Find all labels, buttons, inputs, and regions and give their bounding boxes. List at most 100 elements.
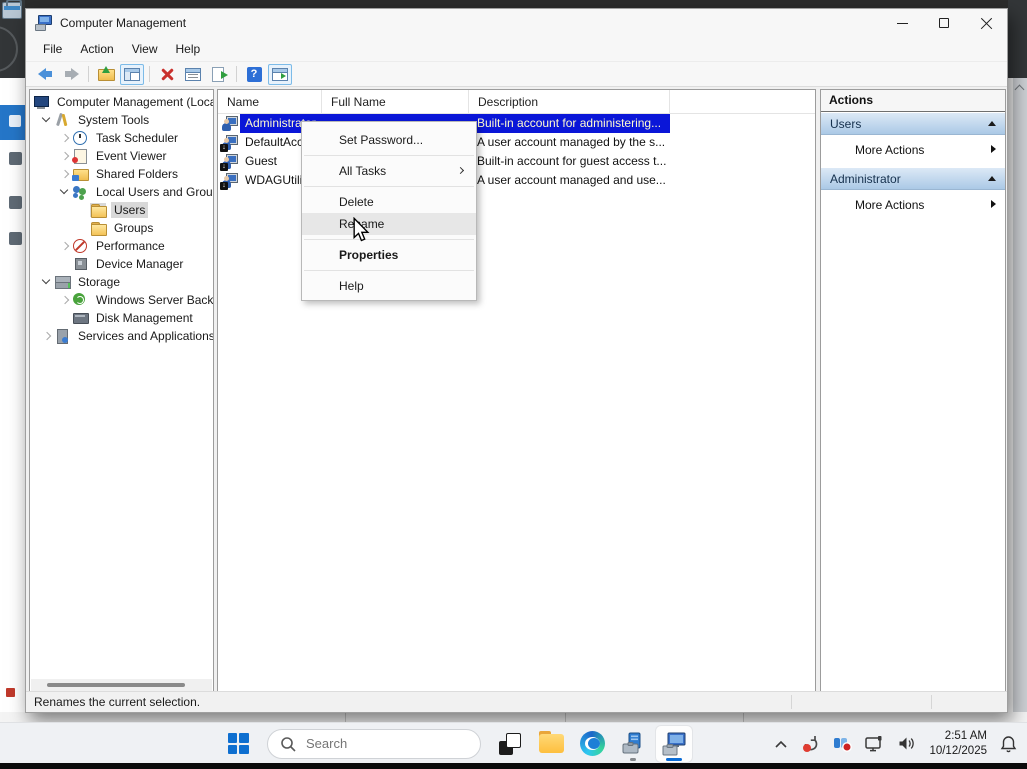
tree-item-system-tools[interactable]: System Tools	[30, 111, 213, 129]
menu-help[interactable]: Help	[167, 39, 210, 59]
display-tray-icon[interactable]	[865, 736, 885, 752]
users-folder-icon	[90, 203, 106, 217]
file-explorer-button[interactable]	[533, 726, 569, 762]
event-viewer-icon	[72, 149, 88, 163]
chevron-right-icon[interactable]	[58, 149, 72, 163]
tree-item-shared-folders[interactable]: Shared Folders	[30, 165, 213, 183]
computer-management-app-icon	[35, 15, 53, 31]
title-bar[interactable]: Computer Management	[26, 9, 1007, 37]
more-actions-label: More Actions	[855, 143, 924, 157]
tree-item-local-users-and-groups[interactable]: Local Users and Groups	[30, 183, 213, 201]
chevron-down-icon[interactable]	[58, 185, 72, 199]
taskbar: 2:51 AM 10/12/2025	[0, 722, 1027, 763]
chevron-right-icon[interactable]	[40, 329, 54, 343]
tree-item-disk-management[interactable]: Disk Management	[30, 309, 213, 327]
background-nav-selected-fragment	[0, 105, 25, 140]
tree-item-performance[interactable]: Performance	[30, 237, 213, 255]
column-header-description[interactable]: Description	[469, 90, 670, 113]
server-manager-button[interactable]	[615, 726, 651, 762]
column-header-name[interactable]: Name	[218, 90, 322, 113]
up-one-level-button[interactable]	[94, 64, 118, 85]
collapse-section-icon[interactable]	[988, 176, 996, 181]
menu-item-set-password[interactable]: Set Password...	[302, 129, 476, 151]
shared-folders-icon	[72, 167, 88, 181]
background-icon-fragment	[9, 232, 22, 245]
properties-button[interactable]	[181, 64, 205, 85]
maximize-icon	[939, 18, 949, 28]
start-button[interactable]	[220, 726, 256, 762]
delete-button[interactable]	[155, 64, 179, 85]
background-window-bottom-fragment	[0, 712, 1027, 722]
chevron-down-icon[interactable]	[40, 113, 54, 127]
status-bar: Renames the current selection.	[26, 691, 1007, 712]
menu-item-properties[interactable]: Properties	[302, 244, 476, 266]
menu-action[interactable]: Action	[71, 39, 122, 59]
actions-section-administrator[interactable]: Administrator	[821, 168, 1005, 190]
maximize-button[interactable]	[923, 9, 965, 37]
screen-bottom-strip	[0, 763, 1027, 769]
menu-separator	[304, 186, 474, 187]
taskbar-clock[interactable]: 2:51 AM 10/12/2025	[929, 729, 987, 758]
edge-button[interactable]	[574, 726, 610, 762]
status-text: Renames the current selection.	[34, 695, 200, 709]
chevron-down-icon[interactable]	[40, 275, 54, 289]
more-actions-label: More Actions	[855, 198, 924, 212]
notifications-button[interactable]	[1000, 735, 1017, 753]
show-action-pane-button[interactable]	[268, 64, 292, 85]
chevron-right-icon[interactable]	[58, 131, 72, 145]
clock-date: 10/12/2025	[929, 744, 987, 758]
menu-item-delete[interactable]: Delete	[302, 191, 476, 213]
chevron-right-icon[interactable]	[58, 239, 72, 253]
volume-tray-icon[interactable]	[898, 736, 916, 751]
device-manager-icon	[72, 257, 88, 271]
server-status-tray-icon[interactable]	[833, 735, 852, 752]
forward-button[interactable]	[59, 64, 83, 85]
minimize-button[interactable]	[881, 9, 923, 37]
tree-item-computer-management[interactable]: Computer Management (Local)	[30, 93, 213, 111]
menu-item-help[interactable]: Help	[302, 275, 476, 297]
show-console-tree-button[interactable]	[120, 64, 144, 85]
properties-icon	[185, 68, 201, 81]
tree-item-groups[interactable]: Groups	[30, 219, 213, 237]
more-actions-administrator[interactable]: More Actions	[821, 192, 1005, 217]
more-actions-users[interactable]: More Actions	[821, 137, 1005, 162]
tree-item-event-viewer[interactable]: Event Viewer	[30, 147, 213, 165]
scrollbar-thumb[interactable]	[47, 683, 185, 687]
back-icon	[38, 68, 53, 80]
menu-item-rename[interactable]: Rename	[302, 213, 476, 235]
collapse-section-icon[interactable]	[988, 121, 996, 126]
menu-item-all-tasks[interactable]: All Tasks	[302, 160, 476, 182]
column-header-full-name[interactable]: Full Name	[322, 90, 469, 113]
task-view-button[interactable]	[492, 726, 528, 762]
file-explorer-icon	[539, 734, 564, 753]
background-window-body-fragment	[0, 78, 25, 712]
tree-horizontal-scrollbar[interactable]	[31, 679, 212, 691]
local-users-groups-icon	[72, 185, 88, 199]
chevron-up-icon	[774, 739, 788, 749]
help-button[interactable]	[242, 64, 266, 85]
section-header-label: Administrator	[830, 172, 901, 186]
menu-file[interactable]: File	[34, 39, 71, 59]
actions-section-users[interactable]: Users	[821, 113, 1005, 135]
tree-item-storage[interactable]: Storage	[30, 273, 213, 291]
tree-item-device-manager[interactable]: Device Manager	[30, 255, 213, 273]
close-button[interactable]	[965, 9, 1007, 37]
export-list-button[interactable]	[207, 64, 231, 85]
menu-view[interactable]: View	[123, 39, 167, 59]
actions-pane-title: Actions	[821, 90, 1005, 112]
task-scheduler-icon	[72, 131, 88, 145]
running-indicator	[630, 758, 636, 761]
tree-item-windows-server-backup[interactable]: Windows Server Backup	[30, 291, 213, 309]
disabled-user-account-icon	[222, 173, 238, 188]
hidden-icons-button[interactable]	[774, 739, 788, 749]
tree-item-users[interactable]: Users	[30, 201, 213, 219]
chevron-right-icon[interactable]	[58, 293, 72, 307]
update-pending-tray-icon[interactable]	[801, 734, 820, 753]
chevron-right-icon[interactable]	[58, 167, 72, 181]
tree-item-task-scheduler[interactable]: Task Scheduler	[30, 129, 213, 147]
computer-management-taskbar-button[interactable]	[656, 726, 692, 762]
search-input[interactable]	[304, 735, 454, 752]
taskbar-search[interactable]	[267, 729, 481, 759]
tree-item-services-and-applications[interactable]: Services and Applications	[30, 327, 213, 345]
back-button[interactable]	[33, 64, 57, 85]
